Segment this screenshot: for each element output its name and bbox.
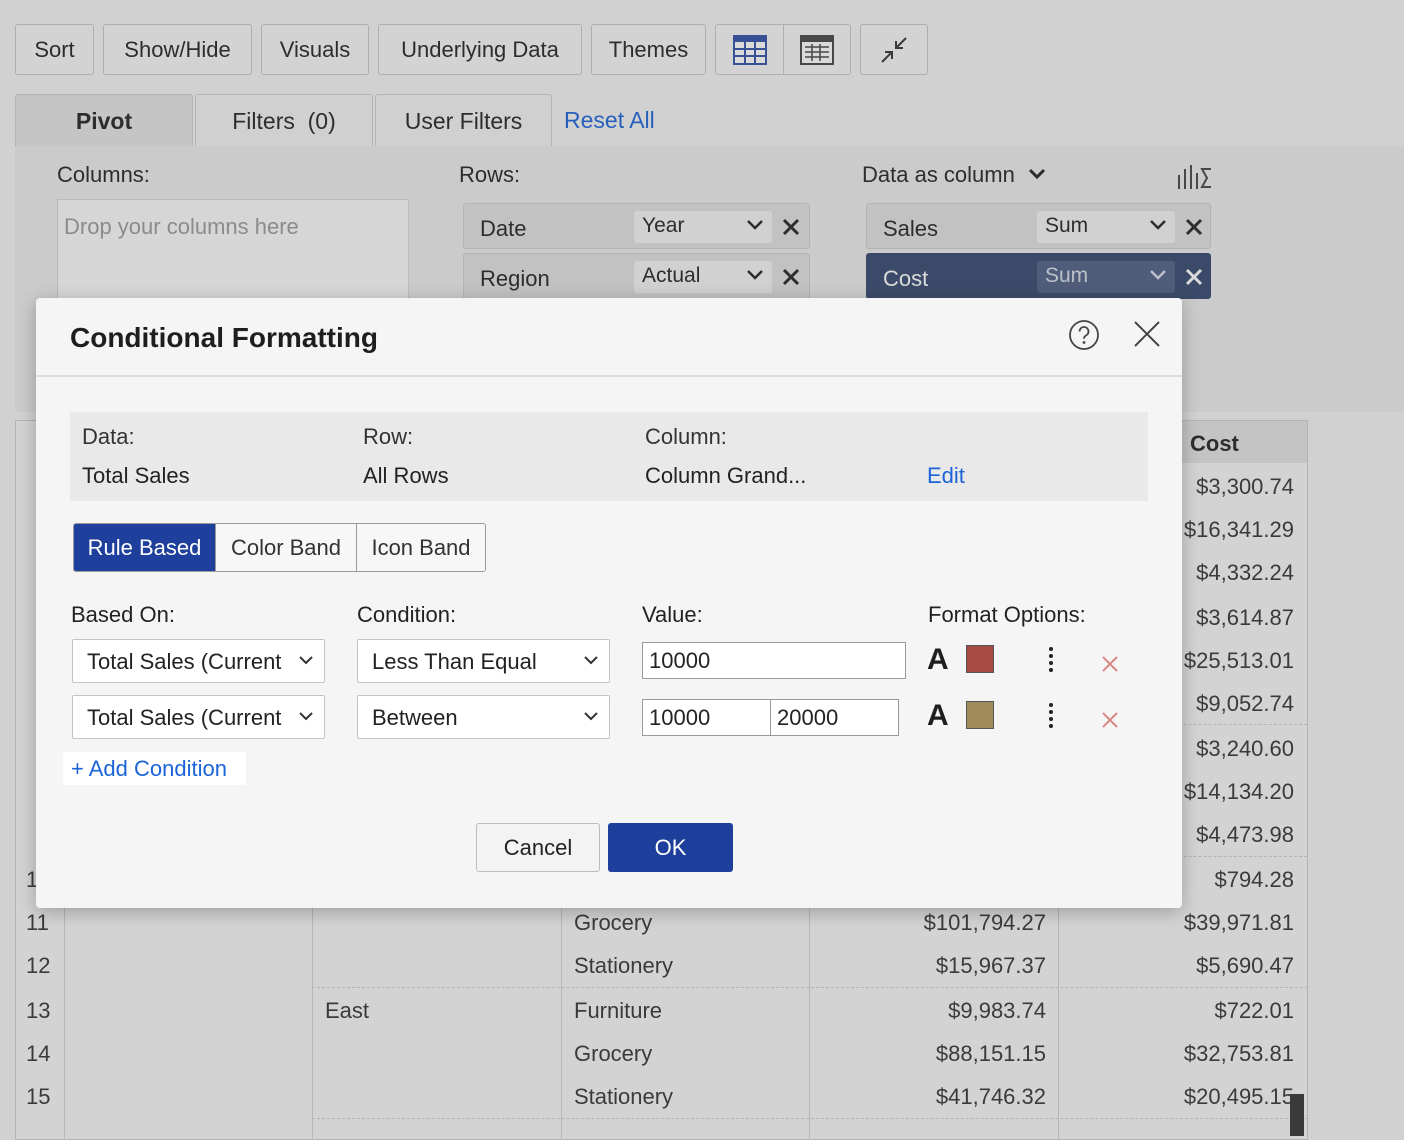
dialog-divider (36, 375, 1182, 377)
color-band-tab[interactable]: Color Band (215, 524, 356, 571)
data-label: Data: (82, 424, 135, 449)
icon-band-tab[interactable]: Icon Band (356, 524, 485, 571)
edit-link[interactable]: Edit (927, 463, 965, 489)
chevron-down-icon (299, 656, 313, 665)
conditional-formatting-dialog: Conditional Formatting Data: Total Sales… (36, 298, 1182, 908)
column-label: Column: (645, 424, 727, 449)
data-value: Total Sales (82, 463, 190, 488)
rule-based-tab[interactable]: Rule Based (74, 524, 215, 571)
condition-value: Less Than Equal (372, 649, 537, 674)
close-icon[interactable] (1130, 317, 1164, 351)
ok-button[interactable]: OK (608, 823, 733, 872)
row-label: Row: (363, 424, 414, 449)
cancel-button[interactable]: Cancel (476, 823, 600, 872)
delete-condition-icon[interactable] (1101, 655, 1119, 673)
row-value: All Rows (363, 463, 449, 488)
based-on-select[interactable]: Total Sales (Current (72, 639, 325, 683)
more-options-icon[interactable] (1049, 703, 1053, 731)
value-to-input[interactable]: 20000 (770, 699, 899, 736)
based-on-header: Based On: (71, 602, 175, 627)
condition-value: Between (372, 705, 458, 730)
color-swatch[interactable] (966, 645, 994, 673)
format-options-header: Format Options: (928, 602, 1086, 627)
condition-header: Condition: (357, 602, 457, 627)
selection-info: Data: Total Sales Row: All Rows Column: … (70, 412, 1148, 501)
column-value: Column Grand... (645, 463, 807, 488)
color-swatch[interactable] (966, 701, 994, 729)
chevron-down-icon (584, 712, 598, 721)
condition-select[interactable]: Less Than Equal (357, 639, 610, 683)
chevron-down-icon (299, 712, 313, 721)
font-style-icon[interactable]: A (927, 643, 949, 677)
condition-select[interactable]: Between (357, 695, 610, 739)
based-on-value: Total Sales (Current (87, 649, 282, 674)
based-on-value: Total Sales (Current (87, 705, 282, 730)
font-style-icon[interactable]: A (927, 699, 949, 733)
add-condition-link[interactable]: + Add Condition (63, 752, 246, 785)
help-icon[interactable] (1068, 319, 1100, 351)
more-options-icon[interactable] (1049, 647, 1053, 675)
based-on-select[interactable]: Total Sales (Current (72, 695, 325, 739)
value-header: Value: (642, 602, 703, 627)
chevron-down-icon (584, 656, 598, 665)
format-mode-switch: Rule Based Color Band Icon Band (73, 523, 486, 572)
value-from-input[interactable]: 10000 (642, 699, 771, 736)
delete-condition-icon[interactable] (1101, 711, 1119, 729)
value-input[interactable]: 10000 (642, 642, 906, 679)
dialog-title: Conditional Formatting (70, 322, 378, 353)
